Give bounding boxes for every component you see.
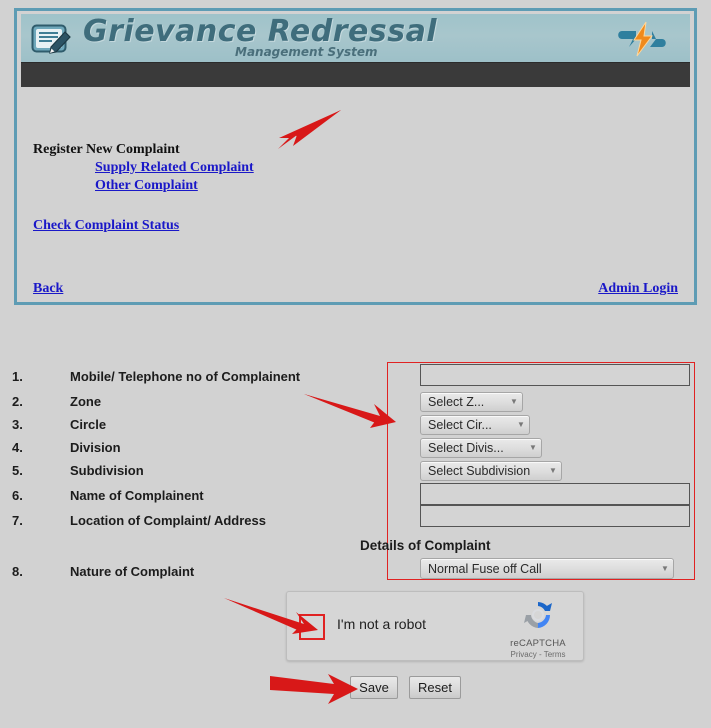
check-complaint-status-link[interactable]: Check Complaint Status: [33, 218, 179, 234]
app-title-wrap: Grievance Redressal: [83, 15, 437, 49]
field-number: 3.: [12, 417, 23, 432]
field-label: Mobile/ Telephone no of Complainent: [70, 369, 301, 384]
recaptcha-brand-name: reCAPTCHA: [510, 638, 566, 649]
field-row: 8. Nature of Complaint: [0, 564, 400, 584]
zone-select-value: Select Z...: [428, 395, 485, 409]
division-select[interactable]: Select Divis... ▼: [420, 438, 542, 458]
recaptcha-label: I'm not a robot: [337, 616, 427, 632]
chevron-down-icon: ▼: [529, 443, 537, 452]
nature-of-complaint-select[interactable]: Normal Fuse off Call ▼: [420, 558, 674, 579]
details-of-complaint-heading: Details of Complaint: [360, 538, 491, 553]
field-row: 7. Location of Complaint/ Address: [0, 513, 400, 533]
subdivision-select[interactable]: Select Subdivision ▼: [420, 461, 562, 481]
field-number: 4.: [12, 440, 23, 455]
field-row: 6. Name of Complainent: [0, 488, 400, 508]
field-row: 5. Subdivision: [0, 463, 400, 483]
field-row: 1. Mobile/ Telephone no of Complainent: [0, 369, 400, 389]
field-row: 2. Zone: [0, 394, 400, 414]
nature-of-complaint-value: Normal Fuse off Call: [428, 561, 542, 576]
lightning-bolt-icon: [616, 20, 672, 58]
field-number: 2.: [12, 394, 23, 409]
admin-login-link[interactable]: Admin Login: [598, 281, 678, 297]
field-number: 7.: [12, 513, 23, 528]
other-complaint-link[interactable]: Other Complaint: [95, 178, 198, 194]
recaptcha-logo-icon: [521, 598, 555, 632]
recaptcha-terms-link[interactable]: Privacy - Terms: [501, 650, 575, 659]
app-subtitle: Management System: [235, 45, 378, 59]
save-button[interactable]: Save: [350, 676, 398, 699]
field-number: 1.: [12, 369, 23, 384]
application-card: Grievance Redressal Management System Re…: [14, 8, 697, 305]
division-select-value: Select Divis...: [428, 441, 504, 455]
chevron-down-icon: ▼: [661, 563, 669, 573]
app-header: Grievance Redressal Management System: [21, 14, 690, 62]
app-title: Grievance Redressal: [83, 14, 438, 49]
document-pencil-icon: [31, 23, 73, 55]
circle-select-value: Select Cir...: [428, 418, 492, 432]
field-row: 3. Circle: [0, 417, 400, 437]
field-label: Zone: [70, 394, 102, 409]
field-label: Name of Complainent: [70, 488, 204, 503]
field-label: Subdivision: [70, 463, 144, 478]
mobile-telephone-input[interactable]: [420, 364, 690, 386]
recaptcha-checkbox[interactable]: [299, 614, 325, 640]
field-label: Location of Complaint/ Address: [70, 513, 266, 528]
field-number: 6.: [12, 488, 23, 503]
field-label: Nature of Complaint: [70, 564, 195, 579]
complaint-form: 1. Mobile/ Telephone no of Complainent 2…: [0, 352, 711, 728]
chevron-down-icon: ▼: [510, 397, 518, 406]
card-inner: Grievance Redressal Management System Re…: [21, 14, 690, 298]
supply-related-complaint-link[interactable]: Supply Related Complaint: [95, 160, 254, 176]
nav-bar: [21, 62, 690, 87]
name-of-complainent-input[interactable]: [420, 483, 690, 505]
reset-button[interactable]: Reset: [409, 676, 461, 699]
field-label: Division: [70, 440, 121, 455]
location-address-input[interactable]: [420, 505, 690, 527]
chevron-down-icon: ▼: [549, 466, 557, 475]
recaptcha-widget: I'm not a robot reCAPTCHA Privacy - Term…: [286, 591, 584, 661]
field-number: 8.: [12, 564, 23, 579]
zone-select[interactable]: Select Z... ▼: [420, 392, 523, 412]
chevron-down-icon: ▼: [517, 420, 525, 429]
back-link[interactable]: Back: [33, 281, 63, 297]
field-number: 5.: [12, 463, 23, 478]
subdivision-select-value: Select Subdivision: [428, 464, 531, 478]
register-new-complaint-heading: Register New Complaint: [33, 142, 180, 157]
recaptcha-brand: reCAPTCHA Privacy - Terms: [501, 598, 575, 659]
field-label: Circle: [70, 417, 107, 432]
links-area: Register New Complaint Supply Related Co…: [21, 86, 690, 298]
circle-select[interactable]: Select Cir... ▼: [420, 415, 530, 435]
field-row: 4. Division: [0, 440, 400, 460]
